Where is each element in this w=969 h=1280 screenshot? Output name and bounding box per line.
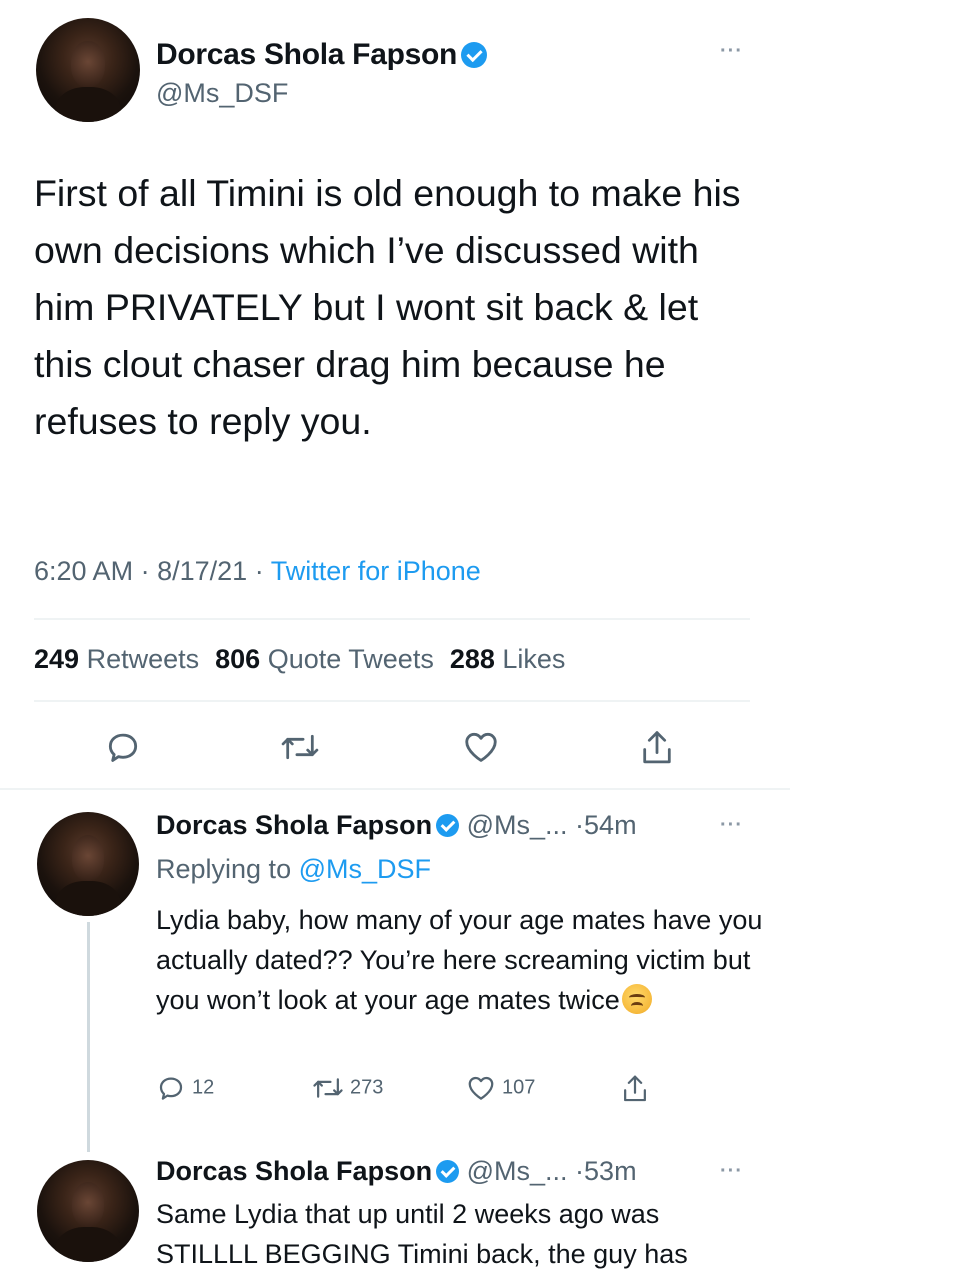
retweets-stat[interactable]: 249 Retweets bbox=[34, 644, 199, 674]
reply-author-avatar[interactable] bbox=[37, 1160, 139, 1262]
author-avatar[interactable] bbox=[36, 18, 140, 122]
meta-separator: · bbox=[254, 556, 271, 586]
tweet-date[interactable]: 8/17/21 bbox=[157, 556, 247, 586]
verified-badge-icon bbox=[461, 42, 488, 68]
reply-age-separator: · bbox=[575, 810, 585, 840]
more-options-icon[interactable]: ··· bbox=[720, 1160, 743, 1183]
author-name[interactable]: Dorcas Shola Fapson bbox=[156, 38, 488, 72]
quote-tweets-stat[interactable]: 806 Quote Tweets bbox=[215, 644, 434, 674]
like-icon[interactable] bbox=[462, 728, 500, 766]
reply-author-name-text: Dorcas Shola Fapson bbox=[156, 810, 433, 840]
retweet-icon[interactable] bbox=[280, 728, 320, 766]
reply-icon[interactable] bbox=[104, 728, 142, 766]
tweet-stats: 249 Retweets 806 Quote Tweets 288 Likes bbox=[34, 644, 565, 675]
reply-text-content: Lydia baby, how many of your age mates h… bbox=[156, 905, 763, 1015]
reply-author-handle[interactable]: @Ms_... bbox=[467, 810, 568, 840]
reply-age[interactable]: 53m bbox=[584, 1156, 637, 1186]
reply-age-separator: · bbox=[575, 1156, 585, 1186]
reply-author-name[interactable]: Dorcas Shola Fapson @Ms_... ·53m bbox=[156, 1156, 637, 1187]
reply-retweet-action[interactable]: 273 bbox=[312, 1073, 383, 1103]
divider bbox=[34, 618, 750, 620]
more-options-icon[interactable]: ··· bbox=[720, 814, 743, 837]
replying-to-prefix: Replying to bbox=[156, 854, 292, 884]
reply-author-handle[interactable]: @Ms_... bbox=[467, 1156, 568, 1186]
divider bbox=[0, 788, 790, 790]
reply-like-action[interactable]: 107 bbox=[466, 1073, 535, 1103]
replying-to-mention[interactable]: @Ms_DSF bbox=[299, 854, 431, 884]
tweet-source[interactable]: Twitter for iPhone bbox=[271, 556, 481, 586]
tweet-metadata: 6:20 AM · 8/17/21 · Twitter for iPhone bbox=[34, 556, 481, 587]
reply-author-name[interactable]: Dorcas Shola Fapson @Ms_... ·54m bbox=[156, 810, 637, 841]
meta-separator: · bbox=[140, 556, 158, 586]
more-options-icon[interactable]: ··· bbox=[720, 40, 743, 63]
reply-text: Lydia baby, how many of your age mates h… bbox=[156, 900, 766, 1020]
reply-author-avatar[interactable] bbox=[37, 812, 139, 916]
tweet-text: First of all Timini is old enough to mak… bbox=[34, 172, 741, 442]
tweet-time[interactable]: 6:20 AM bbox=[34, 556, 133, 586]
reply-age[interactable]: 54m bbox=[584, 810, 637, 840]
replying-to-line: Replying to @Ms_DSF bbox=[156, 854, 431, 885]
likes-stat[interactable]: 288 Likes bbox=[450, 644, 566, 674]
author-name-text: Dorcas Shola Fapson bbox=[156, 38, 458, 71]
grimacing-face-emoji-icon bbox=[621, 984, 652, 1014]
reply-count: 12 bbox=[192, 1076, 215, 1099]
reply-share-action[interactable] bbox=[620, 1073, 656, 1105]
reply-author-name-text: Dorcas Shola Fapson bbox=[156, 1156, 433, 1186]
divider bbox=[34, 700, 750, 702]
like-count: 107 bbox=[502, 1076, 536, 1099]
tweet-thread-page: Dorcas Shola Fapson @Ms_DSF ··· First of… bbox=[0, 0, 969, 1280]
retweet-count: 273 bbox=[350, 1076, 384, 1099]
thread-connector-line bbox=[87, 922, 90, 1152]
reply-reply-action[interactable]: 12 bbox=[156, 1073, 214, 1103]
verified-badge-icon bbox=[436, 1160, 460, 1183]
verified-badge-icon bbox=[436, 814, 460, 837]
share-icon[interactable] bbox=[638, 728, 676, 768]
author-handle[interactable]: @Ms_DSF bbox=[156, 78, 288, 109]
reply-text: Same Lydia that up until 2 weeks ago was… bbox=[156, 1199, 688, 1269]
